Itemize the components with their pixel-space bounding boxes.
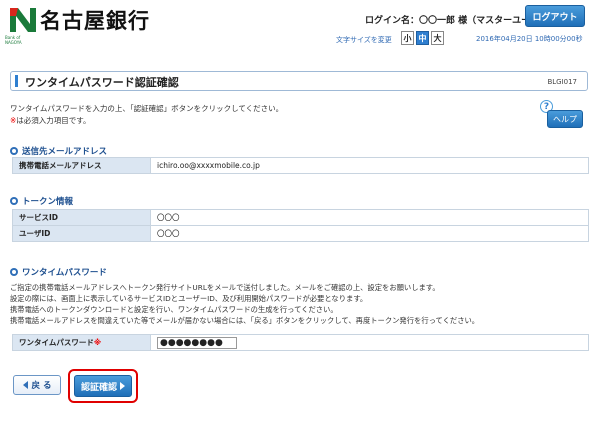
font-size-small-button[interactable]: 小 [401,31,414,45]
otp-required-mark: ※ [93,338,102,347]
arrow-left-icon [22,381,28,389]
intro-text: ワンタイムパスワードを入力の上、「認証確認」ボタンをクリックしてください。 ※は… [10,103,283,127]
table-row: サービスID 〇〇〇 [12,209,589,226]
bank-logo-icon [10,8,36,32]
email-value: ichiro.oo@xxxxmobile.co.jp [150,157,589,174]
otp-password-input[interactable]: ●●●●●●●● [157,336,237,349]
otp-description: ご指定の携帯電話メールアドレスへトークン発行サイトURLをメールで送付しました。… [10,282,479,326]
back-button-label: 戻 る [31,381,52,391]
page-title-bar: ワンタイムパスワード認証確認 BLGI017 [10,71,588,91]
otp-table: ワンタイムパスワード※ ●●●●●●●● [12,334,589,351]
service-id-label: サービスID [12,209,151,226]
bank-name: 名古屋銀行 [40,8,150,33]
font-size-medium-button[interactable]: 中 [416,31,429,45]
otp-value-cell: ●●●●●●●● [150,334,589,351]
intro-line-2: ※は必須入力項目です。 [10,115,283,127]
otp-desc-line-4: 携帯電話メールアドレスを間違えていた等でメールが届かない場合には、「戻る」ボタン… [10,316,480,325]
arrow-right-icon [120,382,125,390]
email-table: 携帯電話メールアドレス ichiro.oo@xxxxmobile.co.jp [12,157,589,174]
back-button[interactable]: 戻 る [13,375,61,395]
confirm-button-label: 認証確認 [80,382,117,393]
logo-subtext: Bank of NAGOYA [5,35,22,45]
table-row: ワンタイムパスワード※ ●●●●●●●● [12,334,589,351]
title-accent [15,75,18,87]
otp-desc-line-2: 設定の際には、画面上に表示しているサービスIDとユーザーID、及び利用開始パスワ… [10,294,368,303]
current-datetime: 2016年04月20日 10時00分00秒 [476,35,583,43]
intro-line-2-text: は必須入力項目です。 [16,116,91,125]
logout-button[interactable]: ログアウト [525,5,585,27]
page-title: ワンタイムパスワード認証確認 [25,76,179,89]
token-table: サービスID 〇〇〇 ユーザID 〇〇〇 [12,209,589,242]
otp-section-title-text: ワンタイムパスワード [22,268,107,278]
otp-desc-line-3: 携帯電話へのトークンダウンロードと設定を行い、ワンタイムパスワードの生成を行って… [10,305,338,314]
otp-label-cell: ワンタイムパスワード※ [12,334,151,351]
user-id-value: 〇〇〇 [150,225,589,242]
font-size-large-button[interactable]: 大 [431,31,444,45]
otp-desc-line-1: ご指定の携帯電話メールアドレスへトークン発行サイトURLをメールで送付しました。… [10,283,440,292]
section-bullet-icon [10,268,18,276]
screen-id: BLGI017 [547,78,577,86]
service-id-value: 〇〇〇 [150,209,589,226]
intro-line-1: ワンタイムパスワードを入力の上、「認証確認」ボタンをクリックしてください。 [10,104,284,113]
section-bullet-icon [10,147,18,155]
table-row: 携帯電話メールアドレス ichiro.oo@xxxxmobile.co.jp [12,157,589,174]
confirm-button[interactable]: 認証確認 [74,375,132,397]
email-section-title-text: 送信先メールアドレス [22,147,108,157]
token-section-title-text: トークン情報 [22,197,74,207]
email-section-title: 送信先メールアドレス [10,145,107,157]
section-bullet-icon [10,197,18,205]
confirm-highlight: 認証確認 [68,369,138,403]
header: Bank of NAGOYA 名古屋銀行 ログイン名：〇〇一郎 様（マスターユー… [0,0,600,56]
otp-label: ワンタイムパスワード [19,338,94,347]
token-section-title: トークン情報 [10,195,73,207]
help-button[interactable]: ヘルプ [547,110,583,128]
email-label: 携帯電話メールアドレス [12,157,151,174]
table-row: ユーザID 〇〇〇 [12,225,589,242]
otp-section-title: ワンタイムパスワード [10,266,107,278]
font-size-label: 文字サイズを変更 [336,36,392,44]
user-id-label: ユーザID [12,225,151,242]
